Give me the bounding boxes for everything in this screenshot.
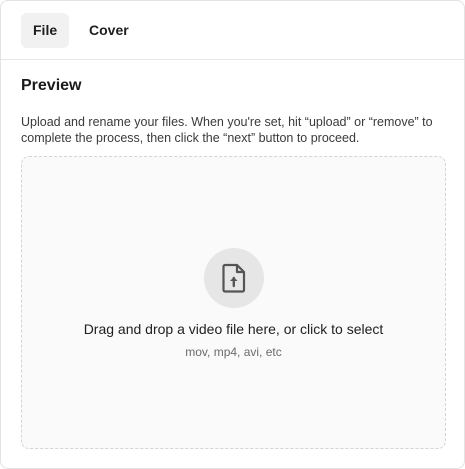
file-dropzone[interactable]: Drag and drop a video file here, or clic…	[21, 156, 446, 449]
file-upload-icon-glyph	[222, 263, 246, 293]
tab-cover[interactable]: Cover	[77, 13, 141, 48]
preview-description: Upload and rename your files. When you'r…	[21, 115, 433, 145]
file-upload-icon	[204, 248, 264, 308]
upload-card: File Cover Preview Upload and rename you…	[0, 0, 465, 469]
tab-bar: File Cover	[1, 1, 464, 60]
preview-title: Preview	[21, 77, 82, 94]
dropzone-file-types: mov, mp4, avi, etc	[185, 345, 282, 359]
tab-file[interactable]: File	[21, 13, 69, 48]
dropzone-instructions: Drag and drop a video file here, or clic…	[83, 321, 384, 337]
